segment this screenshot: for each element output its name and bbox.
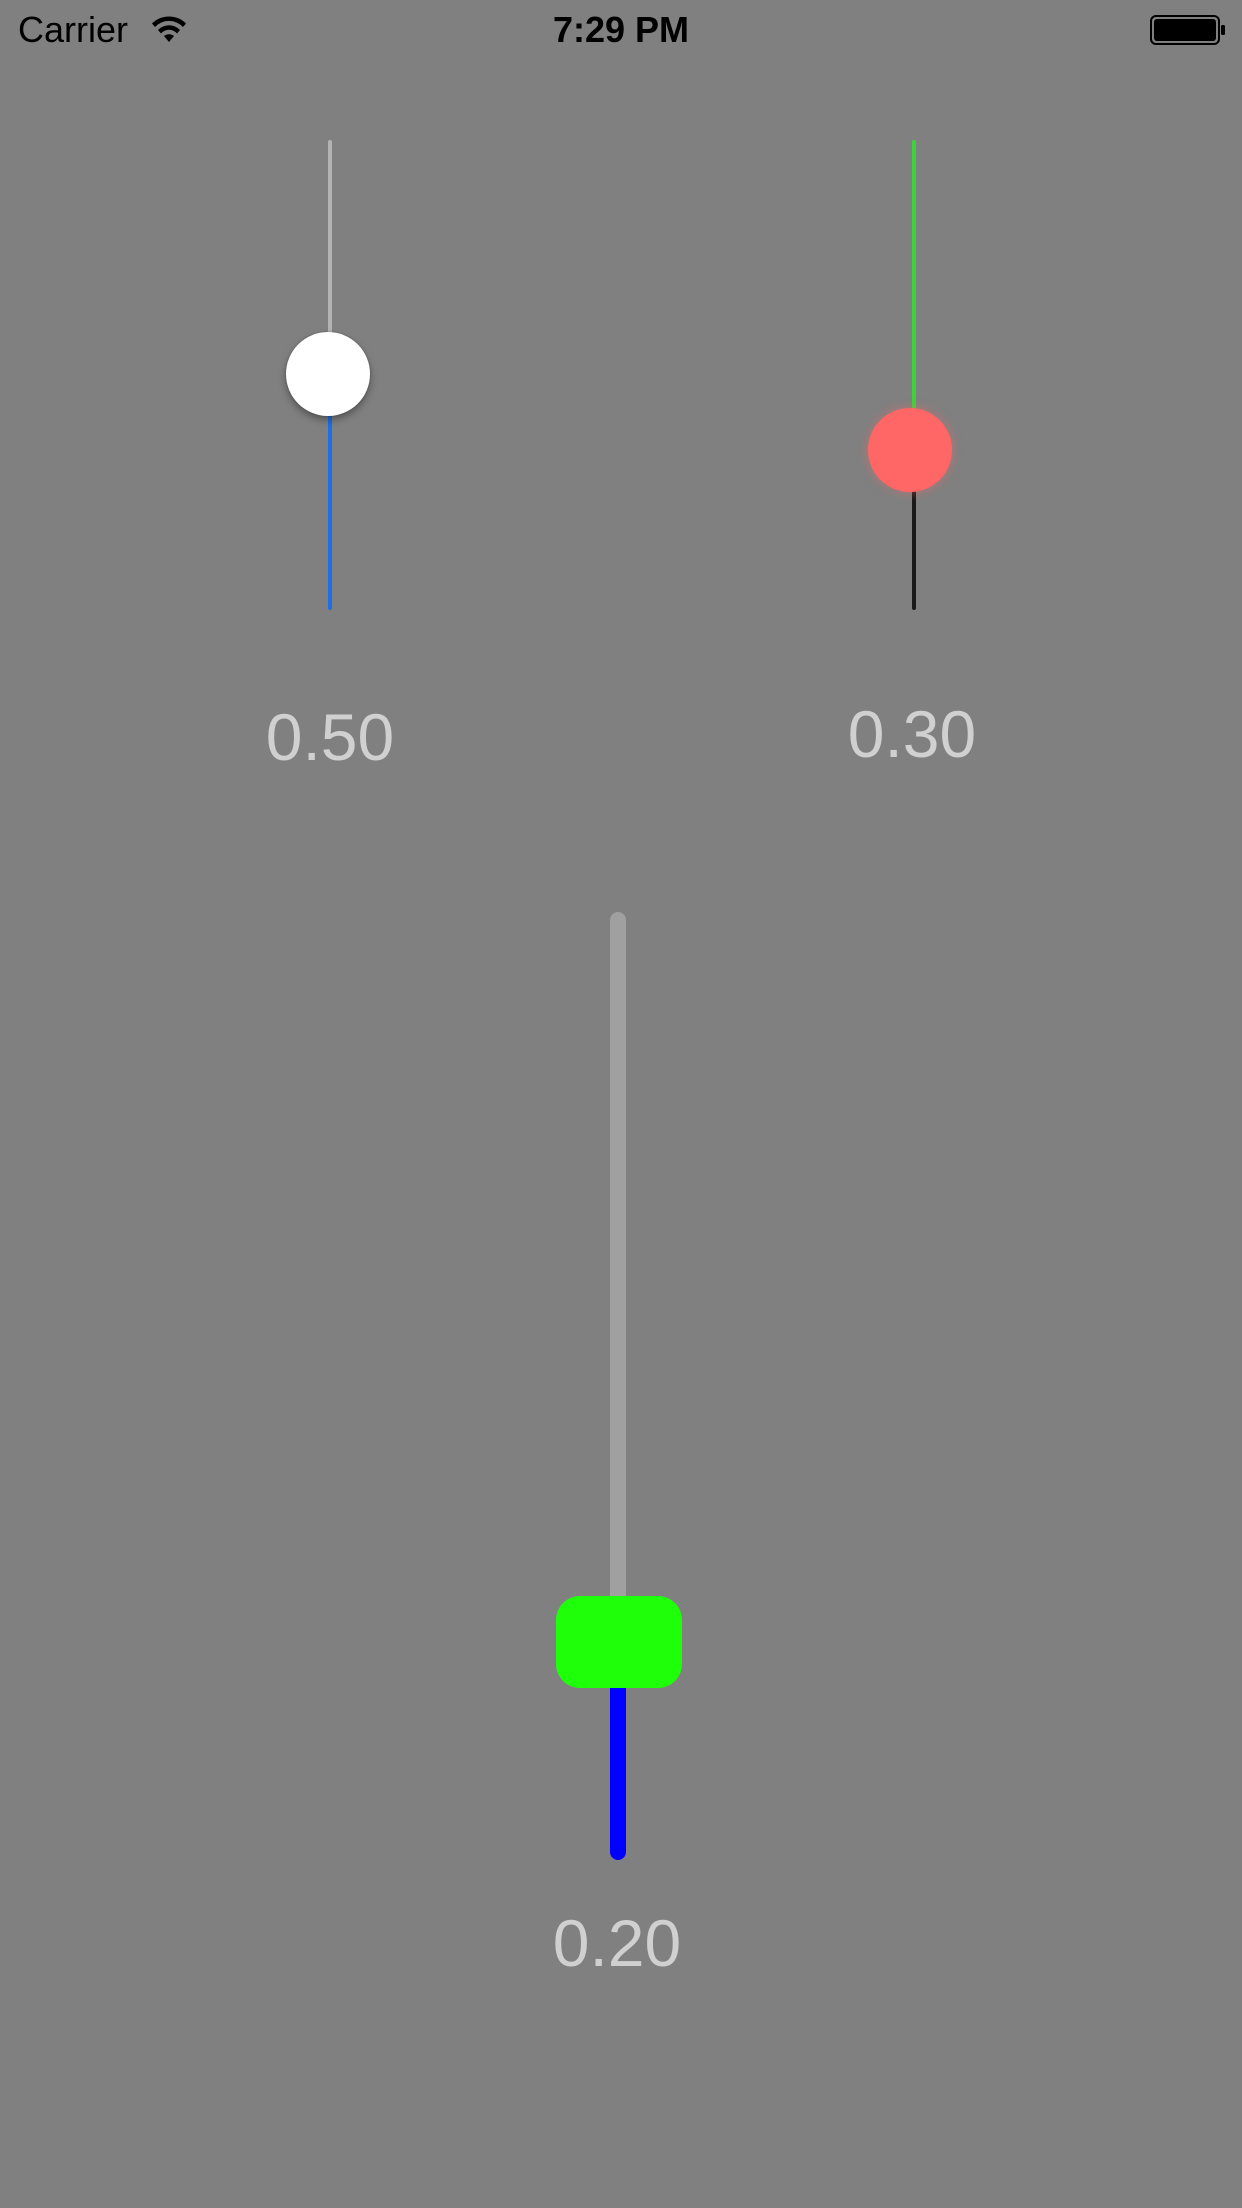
slider-3-value-label: 0.20 <box>552 1906 682 1980</box>
status-time: 7:29 PM <box>552 9 690 50</box>
vertical-slider-2[interactable] <box>864 130 964 610</box>
vertical-slider-3[interactable] <box>540 900 700 1870</box>
slider-1-thumb[interactable] <box>286 332 370 416</box>
slider-2-min-track[interactable] <box>912 485 916 610</box>
slider-3-min-track[interactable] <box>610 1680 626 1860</box>
slider-2-thumb[interactable] <box>868 408 952 492</box>
slider-2-max-track[interactable] <box>912 140 916 430</box>
slider-3-max-track[interactable] <box>610 912 626 1612</box>
slider-1-value-label: 0.50 <box>265 700 395 774</box>
slider-1-max-track[interactable] <box>328 140 332 360</box>
status-bar: Carrier 7:29 PM <box>0 0 1242 60</box>
battery-icon <box>1150 15 1225 45</box>
vertical-slider-1[interactable] <box>280 130 380 610</box>
slider-3-thumb[interactable] <box>556 1596 682 1688</box>
slider-2-value-label: 0.30 <box>847 697 977 771</box>
slider-1-min-track[interactable] <box>328 410 332 610</box>
